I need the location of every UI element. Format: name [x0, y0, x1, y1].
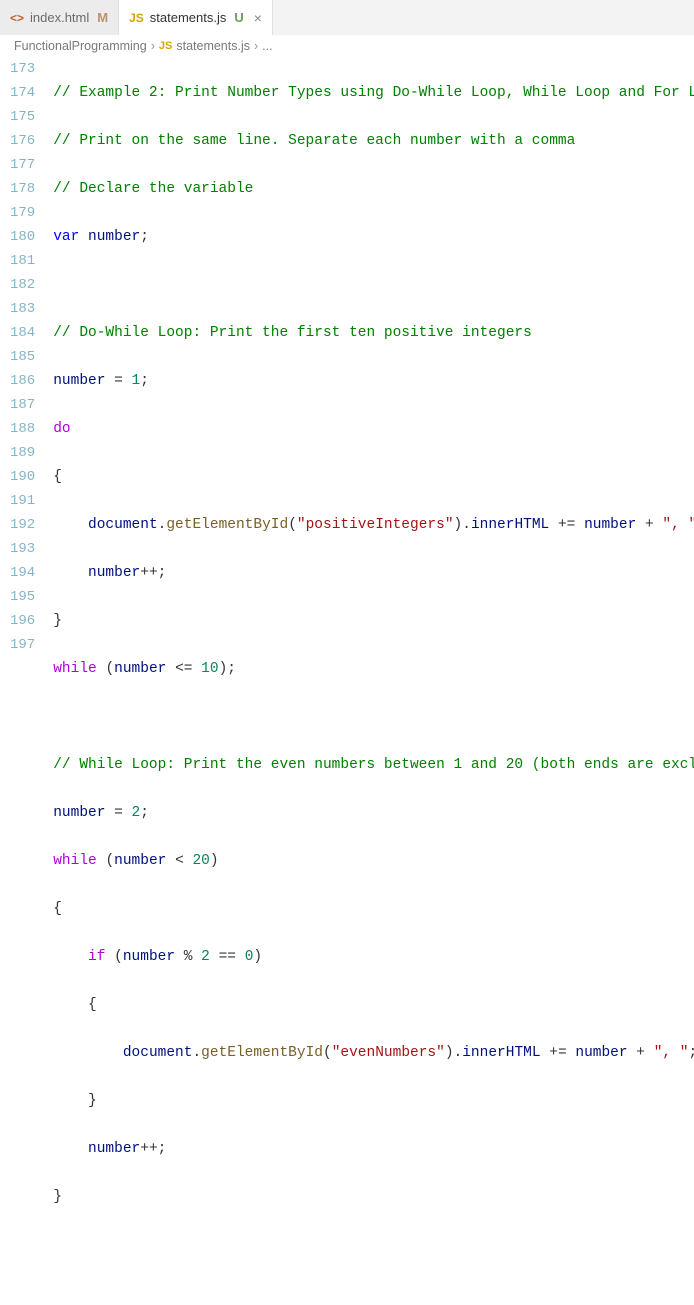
code-line: } — [53, 1185, 694, 1209]
chevron-right-icon: › — [254, 39, 258, 53]
code-line: document.getElementById("evenNumbers").i… — [53, 1041, 694, 1065]
line-number: 185 — [10, 345, 35, 369]
line-number: 184 — [10, 321, 35, 345]
html-file-icon: <> — [10, 11, 24, 25]
code-line: { — [53, 465, 694, 489]
line-number: 193 — [10, 537, 35, 561]
line-number: 178 — [10, 177, 35, 201]
line-number: 179 — [10, 201, 35, 225]
code-line — [53, 1233, 694, 1257]
breadcrumb-root: FunctionalProgramming — [14, 39, 147, 53]
code-line: while (number < 20) — [53, 849, 694, 873]
line-number: 175 — [10, 105, 35, 129]
code-line: document.getElementById("positiveInteger… — [53, 513, 694, 537]
code-line: var number; — [53, 225, 694, 249]
code-line — [53, 273, 694, 297]
line-number: 189 — [10, 441, 35, 465]
line-number: 188 — [10, 417, 35, 441]
tab-statements-js[interactable]: JS statements.js U × — [119, 0, 273, 35]
tab-label: index.html — [30, 10, 89, 25]
tab-index-html[interactable]: <> index.html M — [0, 0, 119, 35]
chevron-right-icon: › — [151, 39, 155, 53]
untracked-badge: U — [234, 10, 243, 25]
code-editor[interactable]: 1731741751761771781791801811821831841851… — [0, 57, 694, 1305]
line-number: 177 — [10, 153, 35, 177]
code-line: // While Loop: Print the even numbers be… — [53, 753, 694, 777]
code-line: // Do-While Loop: Print the first ten po… — [53, 321, 694, 345]
line-number: 183 — [10, 297, 35, 321]
code-line: number = 1; — [53, 369, 694, 393]
code-line — [53, 705, 694, 729]
code-line: { — [53, 993, 694, 1017]
tab-label: statements.js — [150, 10, 227, 25]
modified-badge: M — [97, 10, 108, 25]
code-content[interactable]: // Example 2: Print Number Types using D… — [53, 57, 694, 1305]
line-number: 197 — [10, 633, 35, 657]
line-number: 176 — [10, 129, 35, 153]
code-line: { — [53, 897, 694, 921]
close-icon[interactable]: × — [254, 10, 262, 26]
line-number: 182 — [10, 273, 35, 297]
line-number: 173 — [10, 57, 35, 81]
line-number: 196 — [10, 609, 35, 633]
line-number: 191 — [10, 489, 35, 513]
code-line: // Declare the variable — [53, 177, 694, 201]
line-number: 194 — [10, 561, 35, 585]
line-number: 174 — [10, 81, 35, 105]
breadcrumb-trail: ... — [262, 39, 272, 53]
line-number: 180 — [10, 225, 35, 249]
code-line: // Print on the same line. Separate each… — [53, 129, 694, 153]
code-line: } — [53, 609, 694, 633]
code-line: while (number <= 10); — [53, 657, 694, 681]
breadcrumb[interactable]: FunctionalProgramming › JS statements.js… — [0, 35, 694, 57]
code-line: number++; — [53, 1137, 694, 1161]
code-line: do — [53, 417, 694, 441]
line-number: 181 — [10, 249, 35, 273]
code-line: // Example 2: Print Number Types using D… — [53, 81, 694, 105]
line-number: 187 — [10, 393, 35, 417]
line-number-gutter: 1731741751761771781791801811821831841851… — [0, 57, 53, 1305]
tab-bar: <> index.html M JS statements.js U × — [0, 0, 694, 35]
code-line: if (number % 2 == 0) — [53, 945, 694, 969]
code-line: number = 2; — [53, 801, 694, 825]
line-number: 192 — [10, 513, 35, 537]
breadcrumb-file: statements.js — [176, 39, 250, 53]
code-line: } — [53, 1089, 694, 1113]
line-number: 195 — [10, 585, 35, 609]
js-file-icon: JS — [129, 11, 144, 25]
code-line: number++; — [53, 561, 694, 585]
line-number: 186 — [10, 369, 35, 393]
js-file-icon: JS — [159, 40, 172, 52]
line-number: 190 — [10, 465, 35, 489]
